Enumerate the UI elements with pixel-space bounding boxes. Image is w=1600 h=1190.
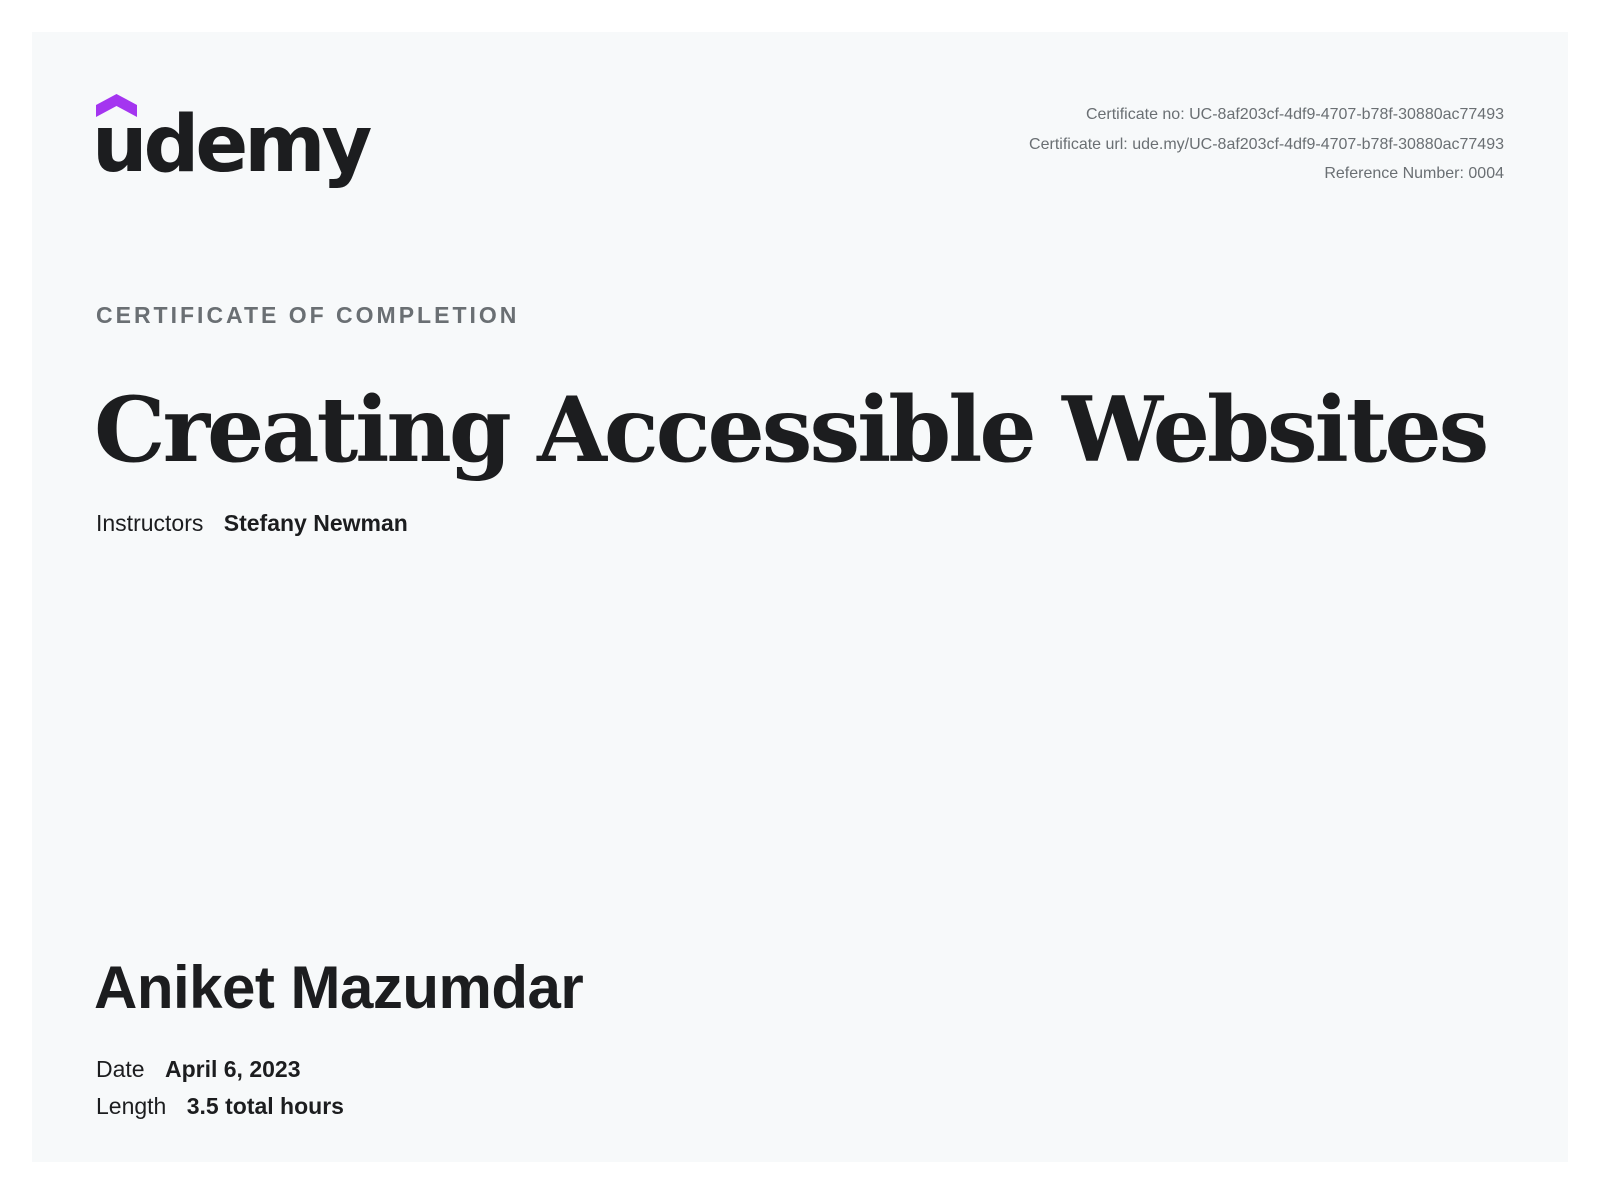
date-row: Date April 6, 2023	[96, 1056, 301, 1083]
certificate-number: UC-8af203cf-4df9-4707-b78f-30880ac77493	[1189, 106, 1504, 123]
reference-number: 0004	[1468, 165, 1504, 182]
length-row: Length 3.5 total hours	[96, 1093, 344, 1120]
instructor-name: Stefany Newman	[223, 510, 408, 536]
logo-wordmark: udemy	[92, 100, 372, 190]
certificate-url[interactable]: ude.my/UC-8af203cf-4df9-4707-b78f-30880a…	[1132, 136, 1504, 153]
reference-number-label: Reference Number:	[1324, 165, 1464, 182]
length-value: 3.5 total hours	[186, 1093, 344, 1119]
certificate-heading: CERTIFICATE OF COMPLETION	[96, 302, 520, 328]
course-title: Creating Accessible Websites	[94, 377, 1489, 483]
certificate-url-label: Certificate url:	[1029, 135, 1128, 153]
recipient-name: Aniket Mazumdar	[94, 954, 584, 1021]
udemy-logo: udemy	[92, 94, 372, 194]
certificate-number-line: Certificate no: UC-8af203cf-4df9-4707-b7…	[1029, 100, 1504, 130]
certificate-card: udemy Certificate no: UC-8af203cf-4df9-4…	[32, 32, 1568, 1162]
certificate-meta: Certificate no: UC-8af203cf-4df9-4707-b7…	[1029, 100, 1504, 189]
certificate-number-label: Certificate no:	[1085, 106, 1185, 123]
instructors-row: Instructors Stefany Newman	[96, 510, 408, 537]
date-label: Date	[96, 1056, 145, 1082]
length-label: Length	[96, 1093, 167, 1119]
certificate-url-line: Certificate url: ude.my/UC-8af203cf-4df9…	[1029, 130, 1504, 160]
date-value: April 6, 2023	[164, 1056, 301, 1082]
instructors-label: Instructors	[96, 510, 204, 536]
reference-number-line: Reference Number: 0004	[1029, 159, 1504, 189]
